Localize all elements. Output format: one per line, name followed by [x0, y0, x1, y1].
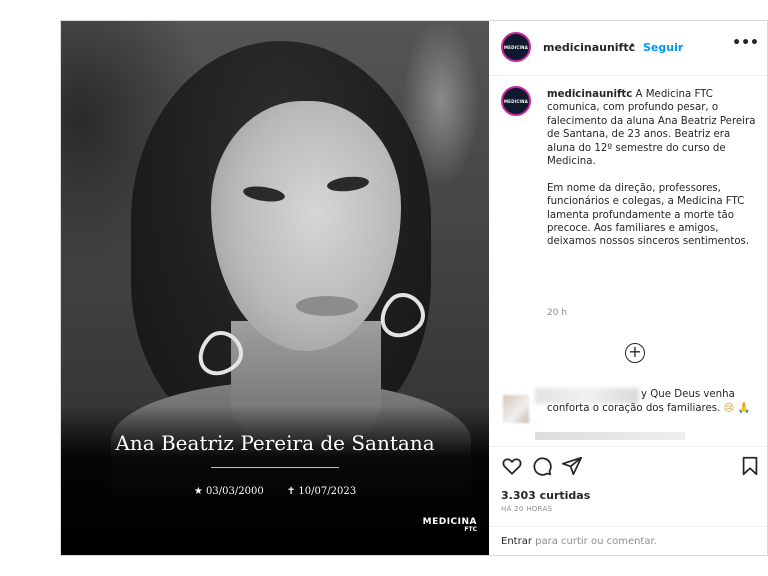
comment-emojis: 😢 🙏: [723, 403, 751, 414]
share-icon[interactable]: [561, 455, 583, 477]
more-options-icon[interactable]: •••: [732, 35, 759, 51]
memorial-dates: ★ 03/03/2000 ✝ 10/07/2023: [61, 486, 489, 497]
follow-button[interactable]: Seguir: [643, 41, 683, 54]
instagram-post: Ana Beatriz Pereira de Santana ★ 03/03/2…: [60, 20, 768, 556]
post-actions: 3.303 curtidas HÁ 20 HORAS Entrar para c…: [489, 446, 767, 557]
bookmark-icon[interactable]: [739, 455, 761, 477]
comment-item: y Que Deus venha conforta o coração dos …: [547, 388, 762, 416]
birth-date: ★ 03/03/2000: [193, 486, 264, 497]
caption-time: 20 h: [547, 308, 568, 318]
heart-icon[interactable]: [501, 455, 523, 477]
caption-avatar-text: MEDICINA: [504, 98, 528, 104]
login-to-comment-bar: Entrar para curtir ou comentar.: [489, 526, 767, 557]
memorial-name: Ana Beatriz Pereira de Santana: [115, 431, 435, 455]
load-more-comments-icon[interactable]: +: [625, 343, 645, 363]
caption-text: medicinauniftc A Medicina FTC comunica, …: [547, 88, 757, 249]
medicina-ftc-logo: MEDICINA FTC: [423, 517, 477, 533]
likes-count[interactable]: 3.303 curtidas: [501, 489, 590, 502]
avatar-text: MEDICINA: [504, 44, 528, 50]
memorial-divider: [211, 467, 339, 468]
comment-line-2: conforta o coração dos familiares.: [547, 403, 721, 414]
account-username[interactable]: medicinauniftc: [543, 41, 635, 54]
login-prompt: Entrar para curtir ou comentar.: [501, 536, 657, 547]
death-date: ✝ 10/07/2023: [286, 486, 357, 497]
comment-icon[interactable]: [531, 455, 553, 477]
photo-lips: [296, 296, 358, 316]
caption-username[interactable]: medicinauniftc: [547, 89, 632, 100]
login-prompt-rest: para curtir ou comentar.: [531, 536, 657, 547]
account-avatar[interactable]: MEDICINA: [501, 32, 531, 62]
comment-line-1: y Que Deus venha: [641, 389, 735, 400]
post-header: MEDICINA medicinauniftc • Seguir •••: [489, 21, 767, 76]
logo-line-2: FTC: [464, 526, 477, 533]
caption-avatar[interactable]: MEDICINA: [501, 86, 531, 116]
caption-body: A Medicina FTC comunica, com profundo pe…: [547, 89, 756, 248]
header-separator: •: [629, 39, 636, 52]
posted-time: HÁ 20 HORAS: [501, 505, 553, 513]
comments-section[interactable]: MEDICINA medicinauniftc A Medicina FTC c…: [489, 76, 767, 446]
post-photo[interactable]: Ana Beatriz Pereira de Santana ★ 03/03/2…: [61, 21, 489, 555]
commenter-avatar[interactable]: [503, 395, 529, 423]
login-link[interactable]: Entrar: [501, 536, 532, 547]
post-sidebar: MEDICINA medicinauniftc • Seguir ••• MED…: [489, 21, 767, 555]
comment-next-blurred: [535, 432, 685, 440]
